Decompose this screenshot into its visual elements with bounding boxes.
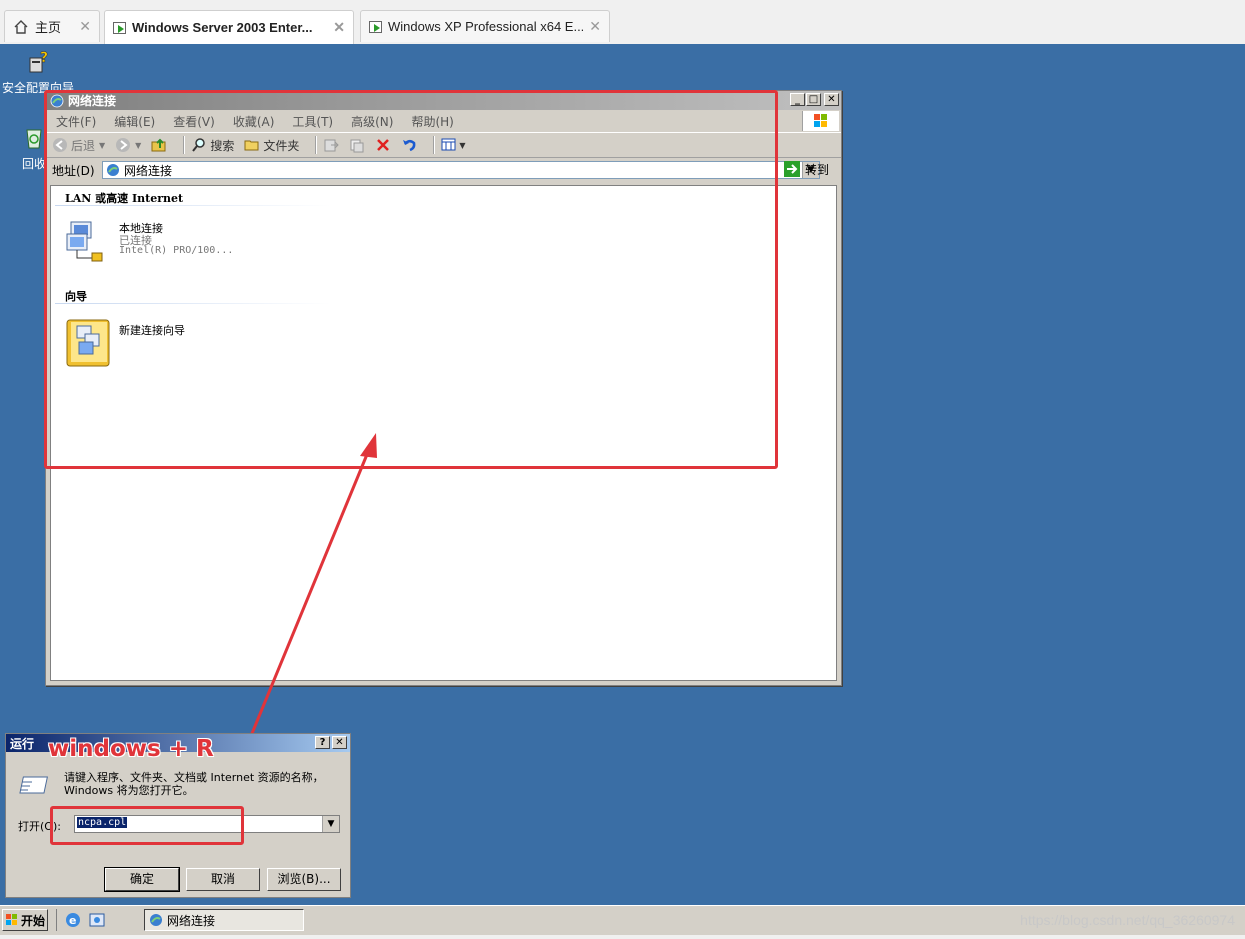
watermark: https://blog.csdn.net/qq_36260974: [1020, 912, 1235, 928]
bottom-strip: [0, 935, 1245, 939]
annotation-shortcut-text: windows + R: [48, 736, 214, 762]
browse-button[interactable]: 浏览(B)...: [267, 868, 341, 891]
show-desktop-icon[interactable]: [88, 911, 106, 929]
taskbar-item-label: 网络连接: [167, 913, 216, 928]
taskbar-separator: [56, 909, 57, 931]
start-label: 开始: [21, 913, 46, 928]
cancel-button[interactable]: 取消: [186, 868, 260, 891]
run-description: 请键入程序、文件夹、文档或 Internet 资源的名称，Windows 将为您…: [64, 771, 324, 797]
open-input-value[interactable]: ncpa.cpl: [77, 817, 128, 828]
open-label: 打开(O):: [18, 820, 61, 833]
run-title: 运行: [10, 736, 35, 751]
start-button[interactable]: 开始: [2, 909, 48, 931]
taskbar: 开始 e 网络连接 https://blog.csdn.net/qq_36260…: [0, 905, 1245, 936]
network-globe-icon: [150, 914, 162, 926]
run-program-icon: [19, 776, 48, 794]
ok-button[interactable]: 确定: [104, 867, 180, 892]
svg-text:e: e: [69, 914, 76, 927]
close-button[interactable]: ✕: [332, 736, 347, 749]
taskbar-item-network-connections[interactable]: 网络连接: [144, 909, 304, 931]
windows-flag-icon: [6, 914, 17, 925]
internet-explorer-icon[interactable]: e: [64, 911, 82, 929]
help-button[interactable]: ?: [315, 736, 330, 749]
open-dropdown-button[interactable]: ▼: [322, 816, 339, 832]
open-combobox[interactable]: ncpa.cpl ▼: [74, 815, 340, 833]
